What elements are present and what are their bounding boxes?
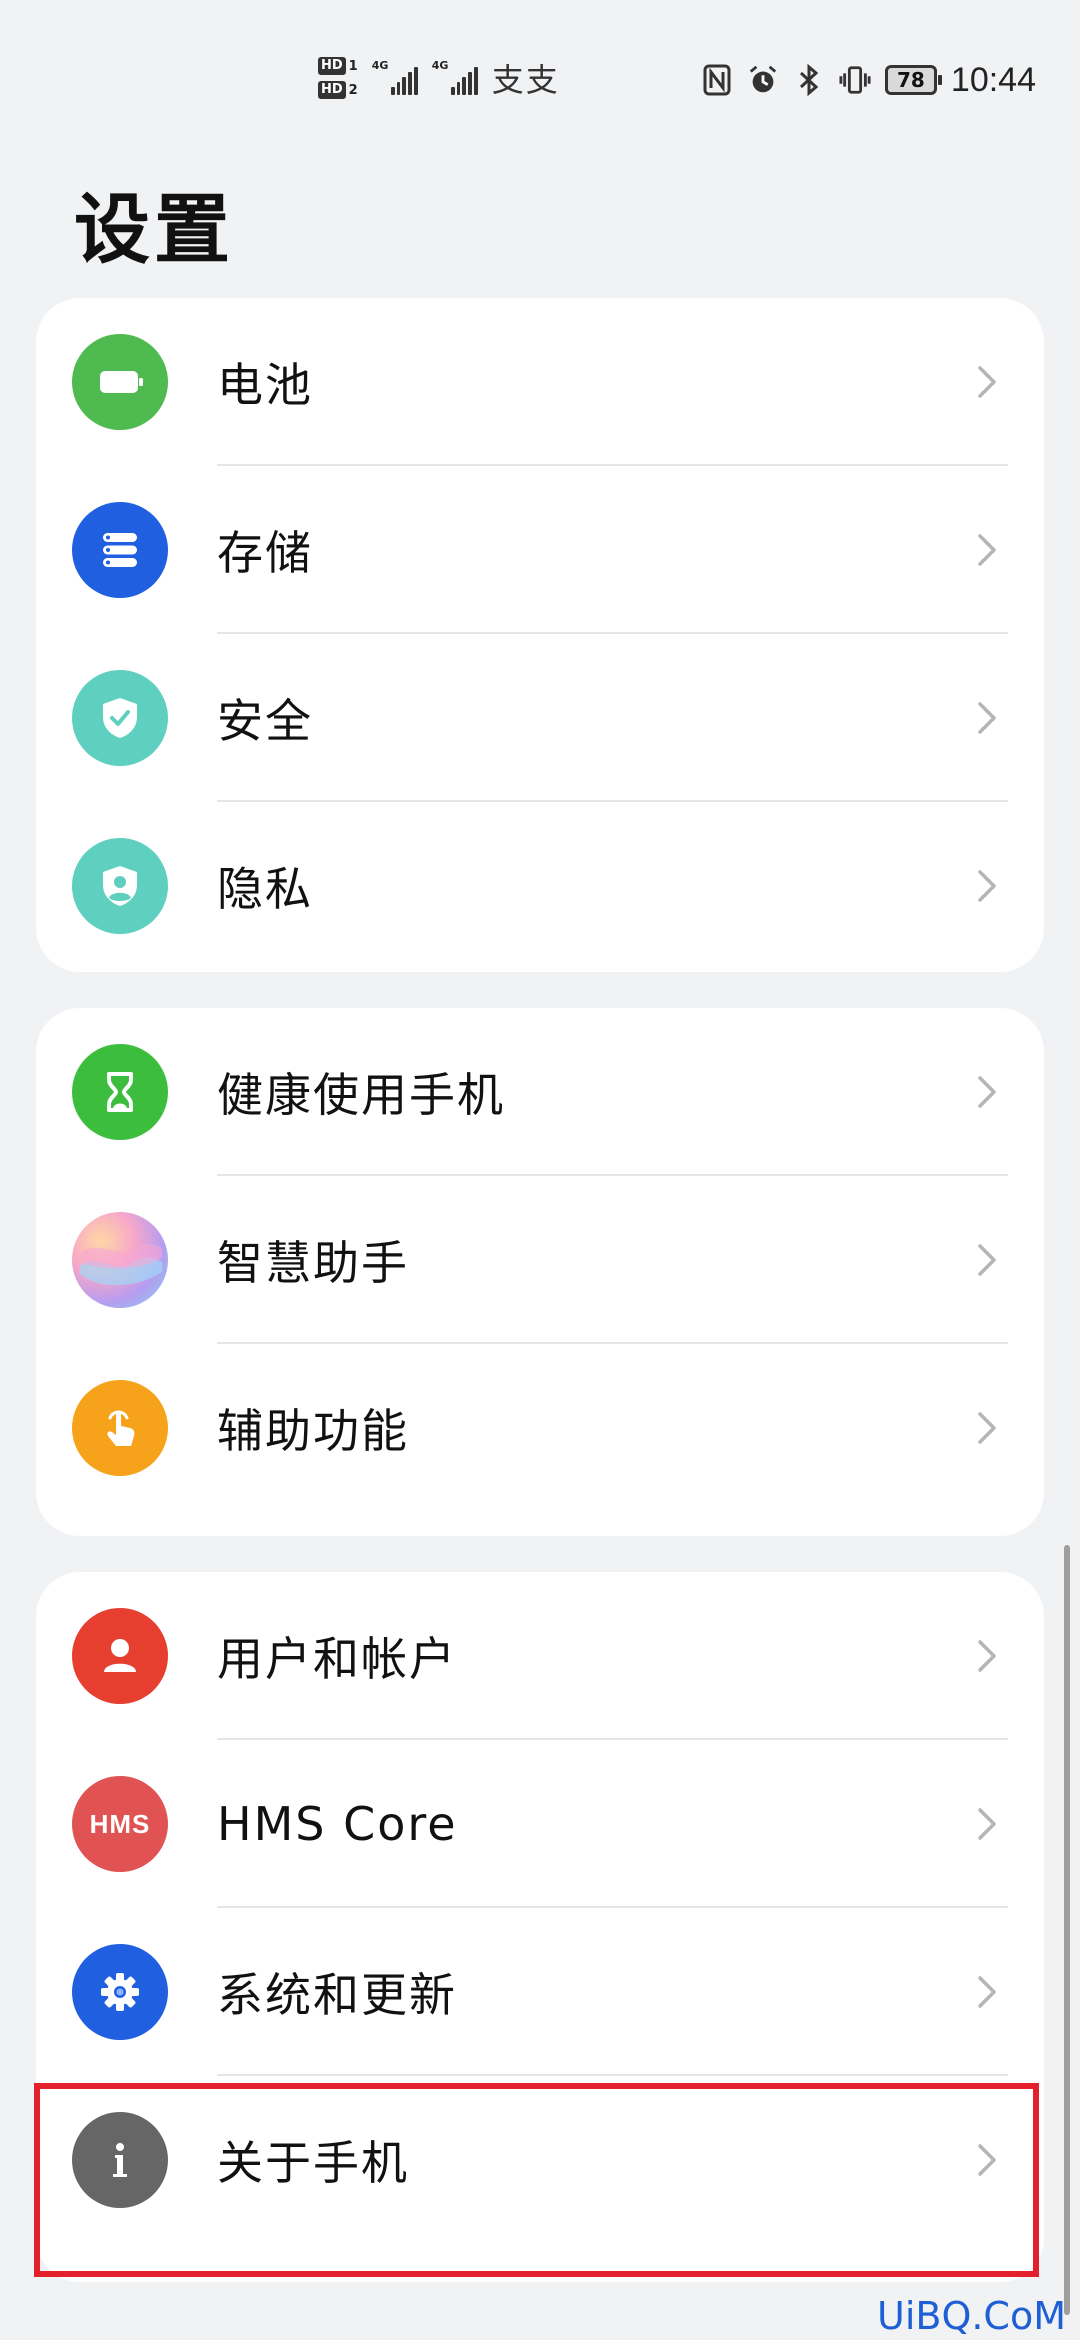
chevron-right-icon [978,1076,996,1108]
chevron-right-icon [978,534,996,566]
hand-tap-icon [72,1380,168,1476]
settings-item-smart-assistant[interactable]: 智慧助手 [36,1176,1044,1344]
settings-item-security[interactable]: 安全 [36,634,1044,802]
settings-item-label: 存储 [217,526,313,580]
clock: 10:44 [950,60,1036,99]
privacy-shield-icon [72,838,168,934]
settings-item-label: 健康使用手机 [217,1068,505,1122]
settings-item-battery[interactable]: 电池 [36,298,1044,466]
shield-check-icon [72,670,168,766]
chevron-right-icon [978,870,996,902]
signal-icon-2: 4G [431,59,478,95]
settings-item-accessibility[interactable]: 辅助功能 [36,1344,1044,1512]
chevron-right-icon [978,1808,996,1840]
bluetooth-icon [793,63,825,97]
battery-icon [72,334,168,430]
chevron-right-icon [978,702,996,734]
user-icon [72,1608,168,1704]
status-bar: HD 1 HD 2 4G 4G 支支 78 10:44 [0,0,1080,140]
hd-indicator-2: HD 2 [318,80,358,100]
watermark: UiBQ.CoM [877,2294,1066,2338]
settings-item-label: 用户和帐户 [217,1632,457,1686]
settings-group-1: 电池 存储 安全 隐私 [36,298,1044,972]
battery-indicator: 78 [884,65,942,95]
chevron-right-icon [978,1244,996,1276]
settings-item-users-accounts[interactable]: 用户和帐户 [36,1572,1044,1740]
scroll-indicator[interactable] [1064,1545,1070,2315]
settings-item-storage[interactable]: 存储 [36,466,1044,634]
network-type-2: 4G [431,59,449,72]
hd-indicator-1: HD 1 [318,56,358,76]
assistant-icon [72,1212,168,1308]
hd-indicators: HD 1 HD 2 [318,56,358,100]
hms-icon: HMS [72,1776,168,1872]
highlight-box [34,2083,1039,2277]
chevron-right-icon [978,1976,996,2008]
settings-item-label: 系统和更新 [217,1968,457,2022]
page-title: 设置 [74,185,234,274]
nfc-icon [701,63,733,97]
settings-item-label: 电池 [217,358,313,412]
hd-number-1: 1 [348,58,358,74]
signal-icon-1: 4G [371,59,418,95]
alarm-icon [747,63,779,97]
storage-icon [72,502,168,598]
network-type-1: 4G [371,59,389,72]
hms-icon-text: HMS [89,1808,151,1839]
settings-item-label: 智慧助手 [217,1236,409,1290]
settings-item-label: 安全 [217,694,313,748]
settings-item-label: 辅助功能 [217,1404,409,1458]
settings-item-system-update[interactable]: 系统和更新 [36,1908,1044,2076]
wifi-icon: 支支 [491,61,560,99]
settings-group-2: 健康使用手机 智慧助手 辅助功能 [36,1008,1044,1536]
settings-item-label: 隐私 [217,862,313,916]
chevron-right-icon [978,1412,996,1444]
settings-item-privacy[interactable]: 隐私 [36,802,1044,970]
vibrate-icon [839,63,871,97]
hd-label-2: HD [318,81,346,99]
status-bar-left: HD 1 HD 2 4G 4G 支支 [318,48,560,108]
hourglass-icon [72,1044,168,1140]
hd-label-1: HD [318,57,346,75]
hd-number-2: 2 [348,82,358,98]
status-bar-right: 78 10:44 [701,52,1036,108]
settings-item-hms-core[interactable]: HMS HMS Core [36,1740,1044,1908]
chevron-right-icon [978,1640,996,1672]
settings-item-digital-balance[interactable]: 健康使用手机 [36,1008,1044,1176]
gear-icon [72,1944,168,2040]
settings-item-label: HMS Core [217,1797,458,1851]
chevron-right-icon [978,366,996,398]
